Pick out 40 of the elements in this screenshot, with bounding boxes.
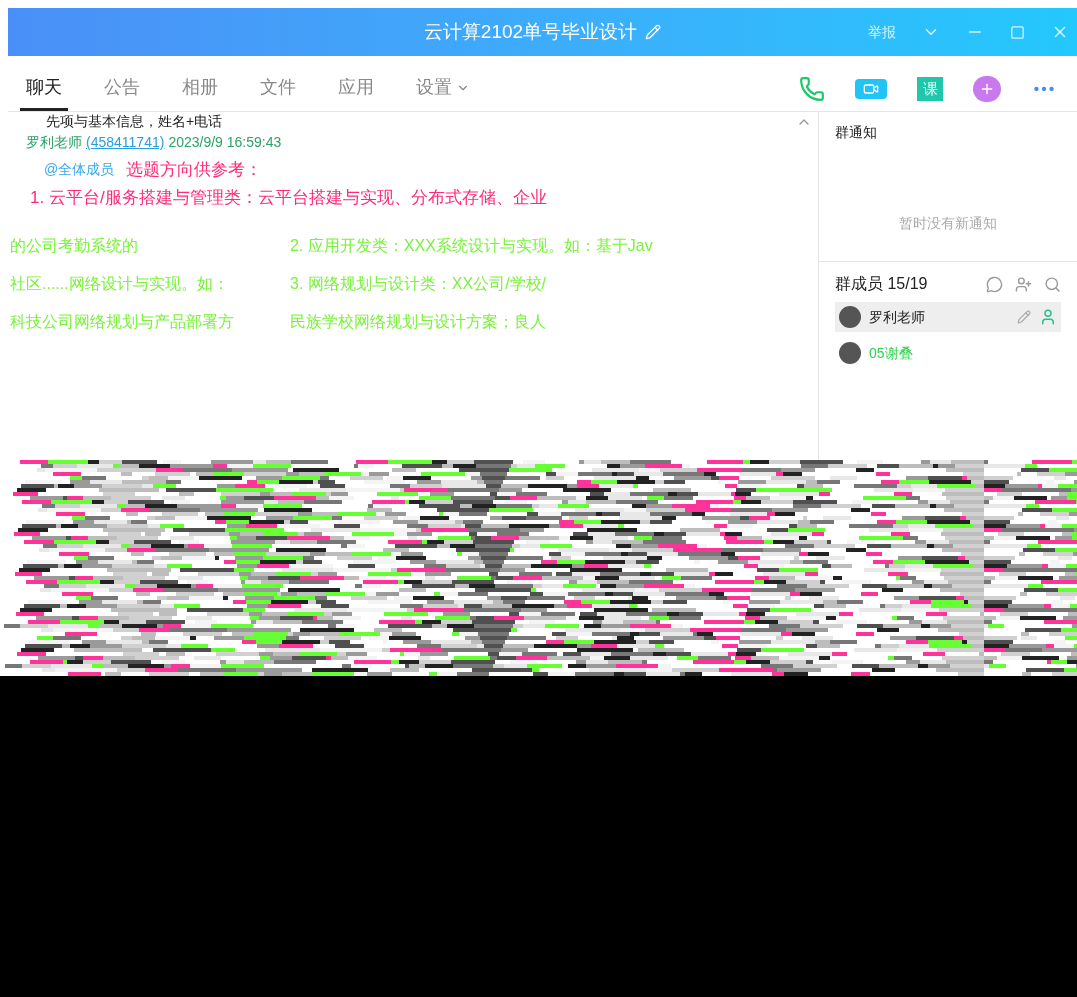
member-item[interactable]: 05谢叠 — [835, 338, 1061, 368]
tab[interactable]: 公告 — [98, 67, 146, 111]
window-title: 云计算2102单号毕业设计 — [423, 19, 638, 44]
panel-title: 群成员 15/19 — [835, 274, 928, 294]
tab[interactable]: 应用 — [332, 67, 380, 111]
message-text: 2. 应用开发类：XXX系统设计与实现。如：基于Jav — [290, 236, 654, 256]
member-name: 05谢叠 — [869, 343, 913, 363]
add-member-icon[interactable] — [1015, 275, 1032, 293]
sender-name: 罗利老师 — [26, 133, 82, 152]
report-link[interactable]: 举报 — [868, 21, 896, 43]
message-heading: 选题方向供参考： — [126, 159, 263, 181]
tab[interactable]: 相册 — [176, 67, 224, 111]
qq-number-link[interactable]: (458411741) — [86, 132, 165, 153]
maximize-icon[interactable] — [1010, 24, 1025, 40]
message-text: 社区......网络设计与实现。如： — [10, 274, 230, 294]
owner-icon — [1039, 308, 1057, 326]
member-name: 罗利老师 — [869, 307, 925, 327]
search-icon[interactable] — [1044, 275, 1061, 293]
panel-title: 群通知 — [835, 123, 878, 142]
message-text: 民族学校网络规划与设计方案；良人 — [290, 312, 547, 332]
message-time: 2023/9/9 16:59:43 — [168, 133, 282, 152]
tab[interactable]: 设置 — [410, 67, 476, 111]
video-call-icon[interactable] — [855, 79, 887, 99]
avatar — [839, 306, 861, 328]
plus-bubble-icon[interactable] — [973, 76, 1001, 102]
mention-tag[interactable]: @全体成员 — [44, 159, 115, 181]
message-text: 3. 网络规划与设计类：XX公司/学校/ — [290, 274, 548, 294]
chat-icon[interactable] — [986, 275, 1003, 293]
empty-notice-text: 暂时没有新通知 — [899, 214, 997, 233]
message-text: 1. 云平台/服务搭建与管理类：云平台搭建与实现、分布式存储、企业 — [29, 186, 548, 209]
phone-icon[interactable] — [799, 76, 825, 102]
message-text: 科技公司网络规划与产品部署方 — [10, 312, 235, 332]
tab[interactable]: 聊天 — [20, 67, 68, 111]
message-text: 先项与基本信息，姓名+电话 — [45, 112, 224, 130]
edit-icon[interactable] — [1017, 310, 1031, 324]
avatar — [839, 342, 861, 364]
tab[interactable]: 文件 — [254, 67, 302, 111]
lesson-icon[interactable]: 课 — [917, 77, 943, 101]
member-item[interactable]: 罗利老师 — [835, 302, 1061, 332]
message-text: 的公司考勤系统的 — [10, 236, 139, 256]
